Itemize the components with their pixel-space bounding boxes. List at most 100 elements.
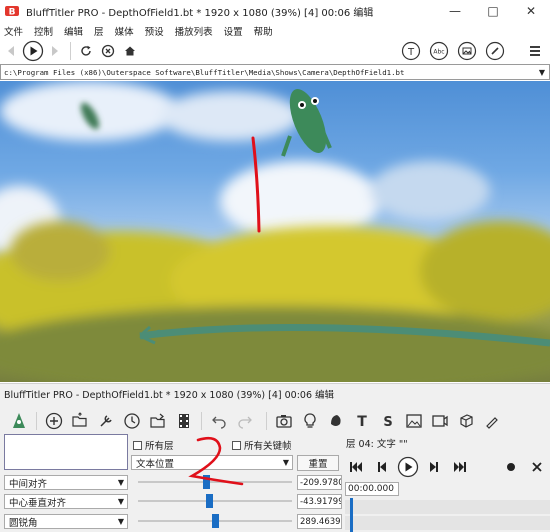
align-select[interactable]: 中间对齐 ▼ xyxy=(4,475,128,490)
play-button[interactable] xyxy=(22,40,44,62)
back-icon[interactable] xyxy=(0,40,22,62)
layer-icon[interactable] xyxy=(6,408,32,434)
menu-edit[interactable]: 编辑 xyxy=(64,24,83,38)
chevron-down-icon[interactable]: ▼ xyxy=(535,68,549,77)
film-icon[interactable] xyxy=(171,408,197,434)
menu-settings[interactable]: 设置 xyxy=(224,24,243,38)
timeline-track[interactable] xyxy=(345,500,550,514)
panel-title: BluffTitler PRO - DepthOfField1.bt * 192… xyxy=(4,390,335,401)
record-icon[interactable] xyxy=(498,455,524,479)
menu-control[interactable]: 控制 xyxy=(34,24,53,38)
menu-layer[interactable]: 层 xyxy=(94,24,104,38)
z-value[interactable]: 289.46398 xyxy=(297,514,342,529)
undo-icon[interactable] xyxy=(206,408,232,434)
panel-toolbar-divider xyxy=(36,412,37,430)
slider-thumb[interactable] xyxy=(206,494,213,508)
hamburger-menu-icon[interactable] xyxy=(524,40,546,62)
panel-toolbar-divider xyxy=(201,412,202,430)
slider-thumb[interactable] xyxy=(212,514,219,528)
folder-export-icon[interactable] xyxy=(145,408,171,434)
plugin-layer-icon[interactable] xyxy=(479,408,505,434)
redo-icon[interactable] xyxy=(232,408,258,434)
skip-start-icon[interactable] xyxy=(343,455,369,479)
shape-select[interactable]: 圆锐角 ▼ xyxy=(4,514,128,529)
symbol-layer-icon[interactable]: S xyxy=(375,408,401,434)
picture-icon[interactable] xyxy=(456,40,478,62)
slider-track xyxy=(138,500,292,502)
step-back-icon[interactable] xyxy=(369,455,395,479)
preview-viewport[interactable] xyxy=(0,81,550,382)
chevron-down-icon: ▼ xyxy=(117,497,124,506)
text-tool-icon[interactable]: T xyxy=(400,40,422,62)
forward-icon[interactable] xyxy=(44,40,66,62)
maximize-icon[interactable]: □ xyxy=(474,0,512,22)
y-value[interactable]: -43.917999 xyxy=(297,494,342,509)
minimize-icon[interactable]: — xyxy=(436,0,474,22)
abc-icon[interactable]: Abc xyxy=(428,40,450,62)
light-icon[interactable] xyxy=(297,408,323,434)
svg-text:S: S xyxy=(383,415,392,430)
vertical-align-select[interactable]: 中心垂直对齐 ▼ xyxy=(4,494,128,509)
timeline-track[interactable] xyxy=(345,516,550,530)
tools-icon[interactable] xyxy=(93,408,119,434)
app-logo-icon: B xyxy=(5,6,19,18)
timeline-panel: 层 04: 文字 "" 00:00.000 xyxy=(343,434,550,532)
main-toolbar: T Abc xyxy=(0,38,550,64)
skip-end-icon[interactable] xyxy=(447,455,473,479)
layer-text-input[interactable] xyxy=(4,434,128,470)
checkbox-box[interactable] xyxy=(133,440,142,450)
delete-keyframe-icon[interactable] xyxy=(524,455,550,479)
refresh-icon[interactable] xyxy=(75,40,97,62)
x-value[interactable]: -209.97802 xyxy=(297,475,342,490)
shape-select-value: 圆锐角 xyxy=(9,517,38,529)
chevron-down-icon: ▼ xyxy=(117,517,124,526)
path-text: c:\Program Files (x86)\Outerspace Softwa… xyxy=(4,67,405,77)
menu-file[interactable]: 文件 xyxy=(4,24,23,38)
menu-playlist[interactable]: 播放列表 xyxy=(175,24,213,38)
close-icon[interactable]: ✕ xyxy=(512,0,550,22)
vertical-select-value: 中心垂直对齐 xyxy=(9,497,67,509)
text-layer-icon[interactable]: T xyxy=(349,408,375,434)
timeline-cursor[interactable] xyxy=(350,498,353,532)
fill-icon[interactable] xyxy=(323,408,349,434)
y-slider[interactable] xyxy=(138,494,292,508)
menu-help[interactable]: 帮助 xyxy=(254,24,273,38)
reset-button[interactable]: 重置 xyxy=(297,455,339,471)
menu-preset[interactable]: 预设 xyxy=(145,24,164,38)
red-annotation-two xyxy=(188,436,244,486)
picture-layer-icon[interactable] xyxy=(401,408,427,434)
svg-text:Abc: Abc xyxy=(433,49,444,56)
all-layers-checkbox[interactable]: 所有层 xyxy=(133,438,174,452)
title-bar: B BluffTitler PRO - DepthOfField1.bt * 1… xyxy=(0,0,550,22)
z-slider[interactable] xyxy=(138,514,292,528)
toolbar-divider xyxy=(70,42,71,60)
menu-media[interactable]: 媒体 xyxy=(115,24,134,38)
chevron-down-icon: ▼ xyxy=(117,478,124,487)
path-combobox[interactable]: c:\Program Files (x86)\Outerspace Softwa… xyxy=(0,64,550,80)
time-input[interactable]: 00:00.000 xyxy=(345,482,399,496)
flower-field xyxy=(0,221,550,382)
play-button[interactable] xyxy=(395,455,421,479)
chevron-down-icon: ▼ xyxy=(282,458,289,467)
edit-icon[interactable] xyxy=(484,40,506,62)
panel-toolbar-divider xyxy=(266,412,267,430)
add-layer-icon[interactable] xyxy=(41,408,67,434)
stop-icon[interactable] xyxy=(97,40,119,62)
svg-text:T: T xyxy=(357,414,367,430)
open-folder-icon[interactable] xyxy=(67,408,93,434)
model-layer-icon[interactable] xyxy=(453,408,479,434)
svg-text:B: B xyxy=(9,8,16,18)
camera-icon[interactable] xyxy=(271,408,297,434)
window-title: BluffTitler PRO - DepthOfField1.bt * 192… xyxy=(26,7,374,19)
all-keyframes-label: 所有关键帧 xyxy=(244,441,292,452)
align-select-value: 中间对齐 xyxy=(9,478,48,490)
svg-text:T: T xyxy=(407,47,415,58)
layer-label: 层 04: 文字 "" xyxy=(346,439,408,450)
video-layer-icon[interactable] xyxy=(427,408,453,434)
clock-icon[interactable] xyxy=(119,408,145,434)
preview-scene xyxy=(0,81,550,382)
property-select-value: 文本位置 xyxy=(136,458,175,470)
step-forward-icon[interactable] xyxy=(421,455,447,479)
transport-controls xyxy=(343,454,550,480)
home-icon[interactable] xyxy=(119,40,141,62)
